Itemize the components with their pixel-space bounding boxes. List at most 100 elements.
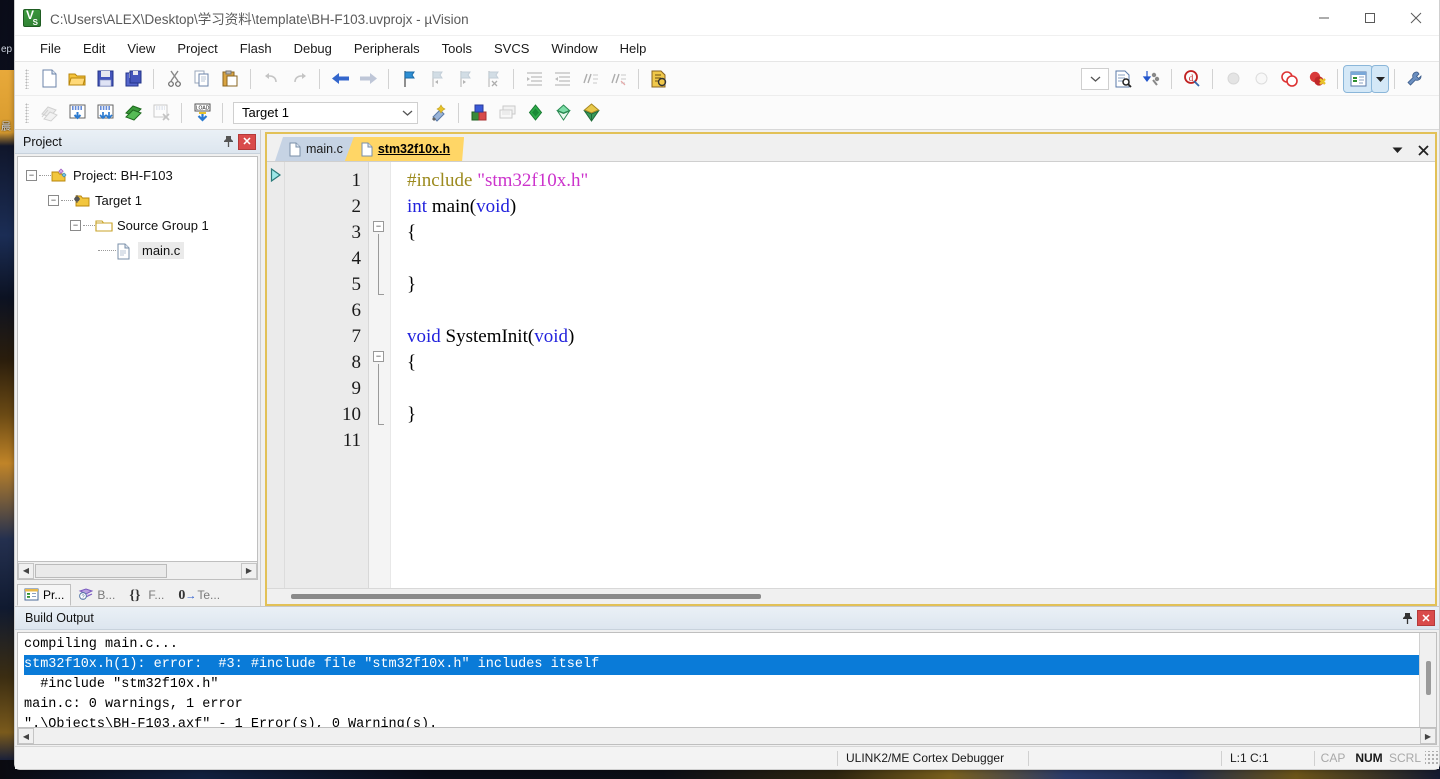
comment-icon[interactable] xyxy=(576,66,604,92)
rebuild-icon[interactable] xyxy=(91,100,119,126)
tree-item-project[interactable]: − Project: BH-F103 xyxy=(18,163,257,188)
build-output-error-line[interactable]: stm32f10x.h(1): error: #3: #include file… xyxy=(24,655,1419,675)
build-output-line[interactable]: ".\Objects\BH-F103.axf" - 1 Error(s), 0 … xyxy=(24,715,1419,727)
download-icon[interactable]: LOAD xyxy=(188,100,216,126)
menu-help[interactable]: Help xyxy=(609,38,658,59)
pin-icon[interactable] xyxy=(1397,608,1417,628)
expander-icon[interactable]: − xyxy=(70,220,81,231)
build-icon[interactable] xyxy=(63,100,91,126)
configure-icon[interactable] xyxy=(1401,66,1429,92)
editor-tab-main-c[interactable]: main.c xyxy=(275,137,355,161)
tree-item-main-c[interactable]: main.c xyxy=(18,238,257,263)
scrollbar-thumb[interactable] xyxy=(35,563,167,578)
project-tree-hscrollbar[interactable]: ◀ ▶ xyxy=(17,562,258,580)
copy-icon[interactable] xyxy=(188,66,216,92)
expander-icon[interactable]: − xyxy=(26,170,37,181)
resize-grip[interactable] xyxy=(1425,751,1439,765)
chevron-down-icon[interactable] xyxy=(1389,142,1405,158)
tab-project[interactable]: Pr... xyxy=(17,584,72,606)
arrow-right-icon[interactable]: ▶ xyxy=(241,562,257,579)
manage-components-icon[interactable] xyxy=(465,100,493,126)
menu-svcs[interactable]: SVCS xyxy=(483,38,540,59)
menu-project[interactable]: Project xyxy=(166,38,228,59)
menu-flash[interactable]: Flash xyxy=(229,38,283,59)
tab-templates[interactable]: 0→ Te... xyxy=(171,584,227,606)
toolbar-grip[interactable] xyxy=(25,68,29,89)
project-structure-icon[interactable] xyxy=(577,100,605,126)
arrow-left-icon[interactable]: ◀ xyxy=(18,562,34,579)
debug-target-dropdown[interactable] xyxy=(1081,67,1109,90)
cut-icon[interactable] xyxy=(160,66,188,92)
batch-build-icon[interactable] xyxy=(119,100,147,126)
close-button[interactable] xyxy=(1393,0,1439,36)
menu-tools[interactable]: Tools xyxy=(431,38,483,59)
navigate-forward-icon[interactable] xyxy=(354,66,382,92)
scrollbar-thumb[interactable] xyxy=(291,594,761,599)
close-icon[interactable] xyxy=(1415,142,1431,158)
close-icon[interactable]: ✕ xyxy=(238,133,256,150)
insert-breakpoint-icon[interactable] xyxy=(1219,66,1247,92)
bookmark-clear-icon[interactable] xyxy=(479,66,507,92)
target-options-icon[interactable] xyxy=(424,100,452,126)
chevron-down-icon[interactable] xyxy=(397,109,417,117)
menu-debug[interactable]: Debug xyxy=(283,38,343,59)
paste-icon[interactable] xyxy=(216,66,244,92)
pack-installer-icon[interactable] xyxy=(493,100,521,126)
menu-file[interactable]: File xyxy=(29,38,72,59)
arrow-left-icon[interactable]: ◀ xyxy=(18,728,34,744)
menu-window[interactable]: Window xyxy=(540,38,608,59)
tab-books[interactable]: ? B... xyxy=(71,584,122,606)
build-output-body[interactable]: compiling main.c... stm32f10x.h(1): error… xyxy=(17,632,1437,728)
expander-icon[interactable]: − xyxy=(48,195,59,206)
multi-project-icon[interactable] xyxy=(549,100,577,126)
tab-functions[interactable]: {} F... xyxy=(122,584,171,606)
disable-all-breakpoints-icon[interactable] xyxy=(1275,66,1303,92)
project-window-icon[interactable] xyxy=(1343,64,1373,93)
fold-marker[interactable]: − xyxy=(373,351,384,362)
translate-icon[interactable] xyxy=(35,100,63,126)
undo-icon[interactable] xyxy=(257,66,285,92)
pin-icon[interactable] xyxy=(218,132,238,152)
build-output-hscrollbar[interactable]: ◀ ▶ xyxy=(17,728,1437,745)
find-icon[interactable] xyxy=(1109,66,1137,92)
close-icon[interactable]: ✕ xyxy=(1417,610,1435,626)
disable-breakpoint-icon[interactable] xyxy=(1247,66,1275,92)
stop-build-icon[interactable] xyxy=(147,100,175,126)
save-icon[interactable] xyxy=(91,66,119,92)
menu-view[interactable]: View xyxy=(116,38,166,59)
maximize-button[interactable] xyxy=(1347,0,1393,36)
editor-gutter[interactable] xyxy=(267,162,285,588)
bookmark-next-icon[interactable] xyxy=(451,66,479,92)
manage-run-time-icon[interactable] xyxy=(521,100,549,126)
bookmark-toggle-icon[interactable] xyxy=(395,66,423,92)
editor-hscrollbar[interactable] xyxy=(267,588,1435,604)
config-wizard-icon[interactable]: d xyxy=(1178,66,1206,92)
toolbar-grip[interactable] xyxy=(25,102,29,123)
build-output-line[interactable]: #include "stm32f10x.h" xyxy=(24,675,1419,695)
kill-all-breakpoints-icon[interactable] xyxy=(1303,66,1331,92)
tree-item-source-group[interactable]: − Source Group 1 xyxy=(18,213,257,238)
save-all-icon[interactable] xyxy=(119,66,147,92)
menu-peripherals[interactable]: Peripherals xyxy=(343,38,431,59)
minimize-button[interactable] xyxy=(1301,0,1347,36)
build-output-vscrollbar[interactable] xyxy=(1419,633,1436,727)
build-output-line[interactable]: main.c: 0 warnings, 1 error xyxy=(24,695,1419,715)
bookmark-prev-icon[interactable] xyxy=(423,66,451,92)
fold-marker[interactable]: − xyxy=(373,221,384,232)
arrow-right-icon[interactable]: ▶ xyxy=(1420,728,1436,744)
code-editor[interactable]: 1 2 3 4 5 6 7 8 9 10 11 − − #include "stm32f10x.h"… xyxy=(267,162,1435,588)
project-window-dropdown-icon[interactable] xyxy=(1371,64,1389,93)
menu-edit[interactable]: Edit xyxy=(72,38,116,59)
indent-right-icon[interactable] xyxy=(520,66,548,92)
redo-icon[interactable] xyxy=(285,66,313,92)
scrollbar-thumb[interactable] xyxy=(1425,661,1431,695)
project-tree[interactable]: − Project: BH-F103 − Target 1 − Source G… xyxy=(17,156,258,562)
find-in-files-icon[interactable] xyxy=(645,66,673,92)
build-output-line[interactable]: compiling main.c... xyxy=(24,635,1419,655)
tree-item-target[interactable]: − Target 1 xyxy=(18,188,257,213)
open-file-icon[interactable] xyxy=(63,66,91,92)
navigate-back-icon[interactable] xyxy=(326,66,354,92)
indent-left-icon[interactable] xyxy=(548,66,576,92)
code-text[interactable]: #include "stm32f10x.h" int main(void){ } … xyxy=(391,162,1435,588)
target-selector[interactable]: Target 1 xyxy=(233,101,418,124)
